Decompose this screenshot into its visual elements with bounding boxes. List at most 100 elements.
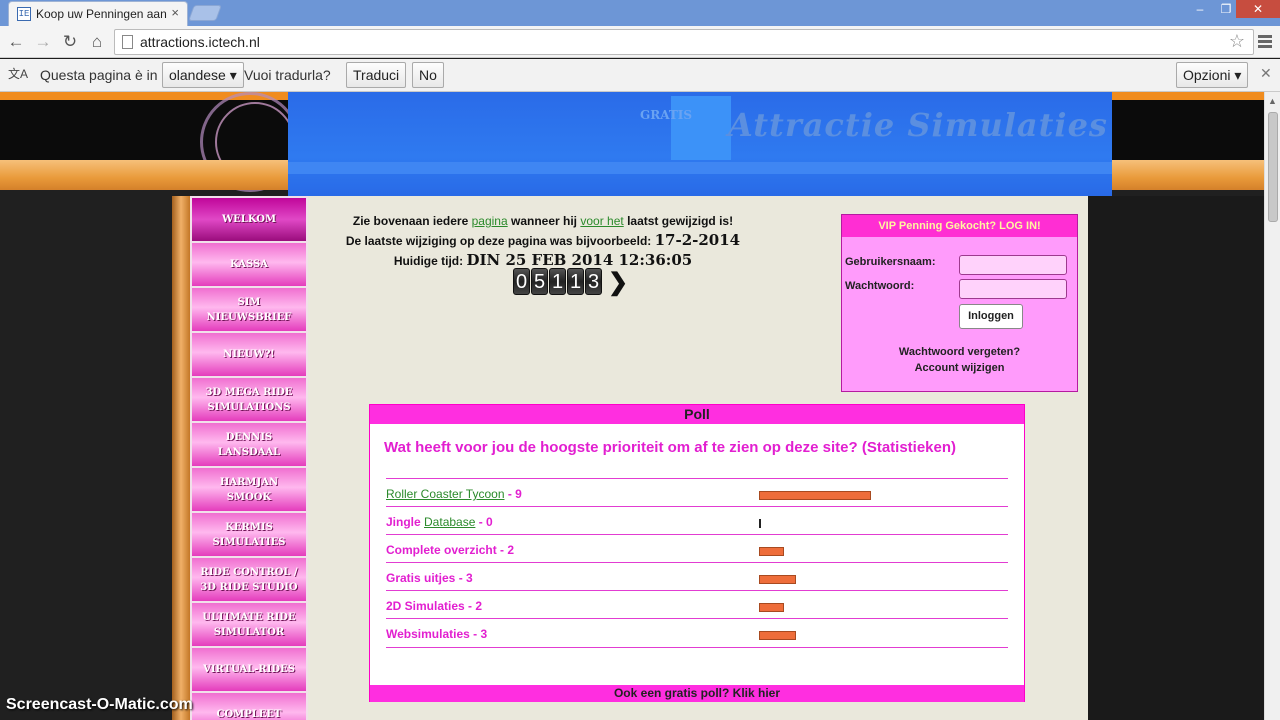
poll-option: Roller Coaster Tycoon - 9 <box>386 487 522 501</box>
poll-option-text: Jingle <box>386 515 425 529</box>
poll-option: Complete overzicht - 2 <box>386 543 514 557</box>
password-field[interactable] <box>959 279 1067 299</box>
visitor-counter: 05113 <box>513 268 603 296</box>
nav-item[interactable]: ULTIMATE RIDE SIMULATOR <box>192 603 306 646</box>
banner-stripe <box>288 162 1112 174</box>
nav-item[interactable]: HARMJAN SMOOK <box>192 468 306 511</box>
poll-result-bar <box>759 491 871 500</box>
vip-login-box: VIP Penning Gekocht? LOG IN! Gebruikersn… <box>841 214 1078 392</box>
forward-icon[interactable]: → <box>33 32 53 52</box>
right-dark-margin <box>1088 196 1264 720</box>
username-label: Gebruikersnaam: <box>845 256 936 268</box>
counter-digit: 0 <box>513 268 530 295</box>
info-line1-post: laatst gewijzigd is! <box>627 214 734 228</box>
counter-digit: 3 <box>585 268 602 295</box>
poll-result-bar <box>759 547 784 556</box>
poll-divider <box>386 534 1008 535</box>
close-window-icon[interactable]: ✕ <box>1236 0 1280 18</box>
login-button[interactable]: Inloggen <box>959 304 1023 329</box>
info-line1-pre: Zie bovenaan iedere <box>352 214 469 228</box>
translate-question: Questa pagina è in <box>40 67 158 83</box>
poll-option: Gratis uitjes - 3 <box>386 571 473 585</box>
poll-option-link[interactable]: Database <box>424 515 475 529</box>
language-select[interactable]: olandese ▾ <box>162 62 244 88</box>
new-tab-button[interactable] <box>188 5 222 21</box>
poll-option-text: Gratis uitjes - 3 <box>386 571 473 585</box>
browser-toolbar: ← → ↻ ⌂ attractions.ictech.nl ☆ <box>0 26 1280 58</box>
poll-divider <box>386 562 1008 563</box>
poll-option-text: 2D Simulaties - 2 <box>386 599 483 613</box>
nav-item[interactable]: SIM NIEUWSBRIEF <box>192 288 306 331</box>
address-url: attractions.ictech.nl <box>140 34 260 50</box>
poll-option-count: - 9 <box>504 487 522 501</box>
poll-divider <box>386 478 1008 479</box>
poll-result-bar <box>759 603 784 612</box>
poll-divider <box>386 647 1008 648</box>
poll-divider <box>386 618 1008 619</box>
poll-option: Websimulaties - 3 <box>386 627 487 641</box>
no-translate-button[interactable]: No <box>412 62 444 88</box>
counter-digit: 1 <box>549 268 566 295</box>
translate-button[interactable]: Traduci <box>346 62 407 88</box>
nav-item[interactable]: RIDE CONTROL / 3D RIDE STUDIO <box>192 558 306 601</box>
nav-item[interactable]: WELKOM <box>192 198 306 241</box>
chrome-menu-icon[interactable] <box>1258 35 1272 50</box>
counter-arrow-icon[interactable]: ❯ <box>608 271 628 295</box>
counter-digit: 5 <box>531 268 548 295</box>
login-header: VIP Penning Gekocht? LOG IN! <box>842 215 1077 237</box>
update-info-line1: Zie bovenaan iedere pagina wanneer hij v… <box>308 212 778 231</box>
back-icon[interactable]: ← <box>6 32 26 52</box>
scrollbar-thumb[interactable] <box>1268 112 1278 222</box>
bookmark-star-icon[interactable]: ☆ <box>1229 31 1245 52</box>
nav-item[interactable]: KERMIS SIMULATIES <box>192 513 306 556</box>
info-link-pagina[interactable]: pagina <box>472 214 508 228</box>
nav-item[interactable]: KASSA <box>192 243 306 286</box>
poll-divider <box>386 590 1008 591</box>
browser-tab[interactable]: IE Koop uw Penningen aan d × <box>8 1 188 26</box>
poll-option: 2D Simulaties - 2 <box>386 599 482 613</box>
poll-option-link[interactable]: Roller Coaster Tycoon <box>386 487 505 501</box>
page-icon <box>122 35 133 49</box>
minimize-icon[interactable]: – <box>1187 0 1213 18</box>
poll-box: Poll Wat heeft voor jou de hoogste prior… <box>369 404 1025 702</box>
username-field[interactable] <box>959 255 1067 275</box>
poll-result-bar <box>759 519 761 528</box>
forgot-password-link[interactable]: Wachtwoord vergeten? <box>842 346 1077 358</box>
nav-item[interactable]: VIRTUAL-RIDES <box>192 648 306 691</box>
browser-window: IE Koop uw Penningen aan d × – ❐ ✕ ← → ↻… <box>0 0 1280 720</box>
language-select-value: olandese <box>169 67 226 83</box>
translate-options-button[interactable]: Opzioni ▾ <box>1176 62 1249 88</box>
address-bar[interactable]: attractions.ictech.nl ☆ <box>114 29 1254 55</box>
current-time-value: DIN 25 FEB 2014 12:36:05 <box>466 251 693 269</box>
infobar-close-icon[interactable]: ✕ <box>1260 65 1272 82</box>
poll-result-bar <box>759 575 796 584</box>
options-label: Opzioni <box>1183 67 1231 83</box>
scroll-up-icon[interactable]: ▲ <box>1268 96 1277 106</box>
reload-icon[interactable]: ↻ <box>60 32 80 52</box>
home-icon[interactable]: ⌂ <box>87 32 107 52</box>
poll-footer-link[interactable]: Ook een gratis poll? Klik hier <box>370 685 1024 702</box>
banner-title: Attractie Simulaties <box>728 106 1108 144</box>
info-link-voor-het[interactable]: voor het <box>580 214 623 228</box>
poll-result-bar <box>759 631 796 640</box>
tab-close-icon[interactable]: × <box>171 5 179 20</box>
page-favicon-icon: IE <box>17 7 31 21</box>
info-line1-mid: wanneer hij <box>511 214 578 228</box>
last-change-label: De laatste wijziging op deze pagina was … <box>345 234 652 248</box>
recorder-watermark: Screencast-O-Matic.com <box>6 696 193 713</box>
translate-infobar: 文A Questa pagina è in olandese ▾ Vuoi tr… <box>0 59 1280 92</box>
last-change-date: 17-2-2014 <box>654 231 741 249</box>
poll-option: Jingle Database - 0 <box>386 515 493 529</box>
poll-option-text: Complete overzicht - 2 <box>386 543 515 557</box>
nav-item[interactable]: COMPLEET <box>192 693 306 720</box>
nav-item[interactable]: 3D MEGA RIDE SIMULATIONS <box>192 378 306 421</box>
tab-title: Koop uw Penningen aan d <box>36 7 170 21</box>
page-scrollbar[interactable]: ▲ <box>1264 92 1280 720</box>
change-account-link[interactable]: Account wijzigen <box>842 362 1077 374</box>
poll-option-count: - 0 <box>475 515 493 529</box>
poll-divider <box>386 506 1008 507</box>
update-info: Zie bovenaan iedere pagina wanneer hij v… <box>308 212 778 271</box>
counter-digit: 1 <box>567 268 584 295</box>
nav-item[interactable]: NIEUW?! <box>192 333 306 376</box>
nav-item[interactable]: DENNIS LANSDAAL <box>192 423 306 466</box>
